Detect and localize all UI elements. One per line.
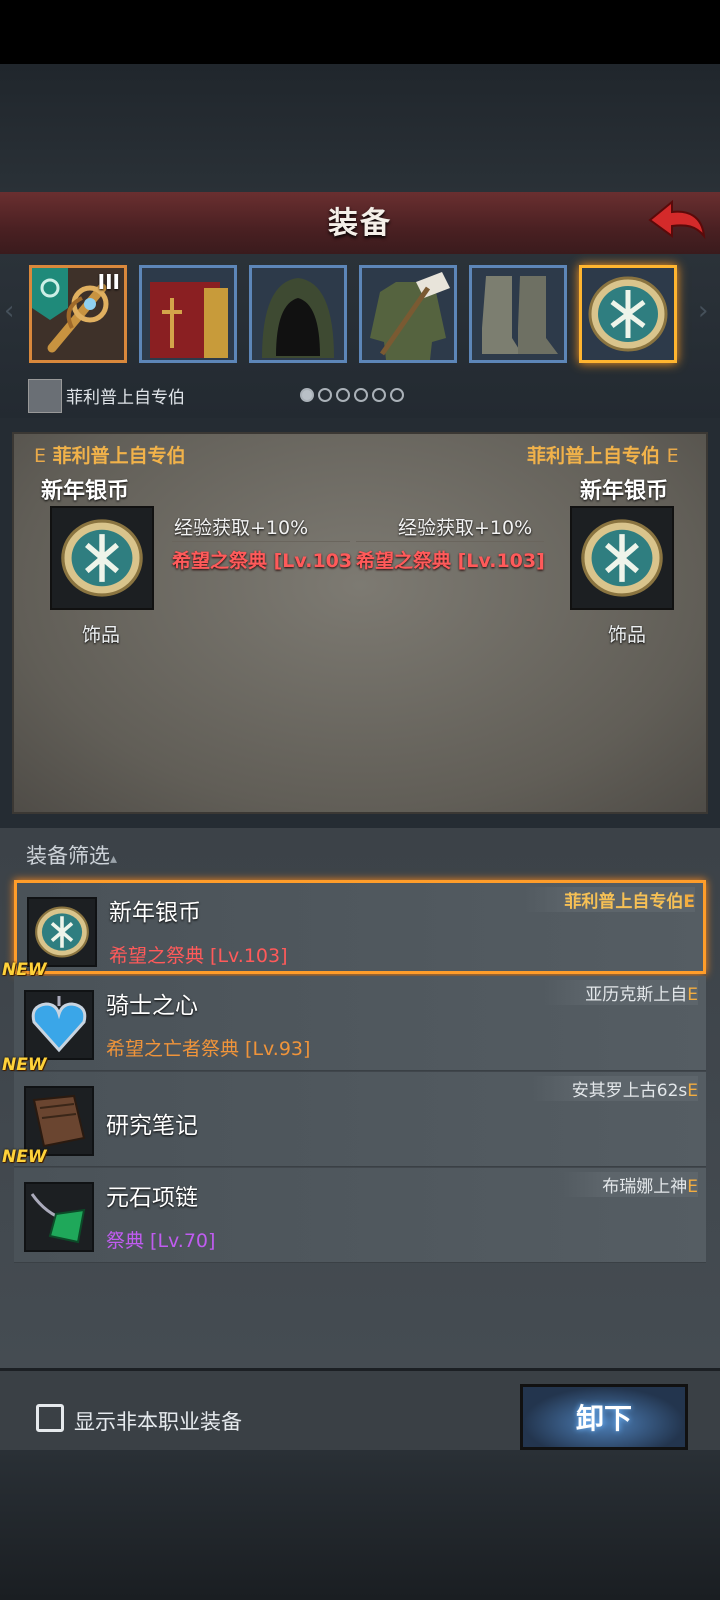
compare-right-icon-frame xyxy=(570,506,674,610)
divider xyxy=(172,541,350,542)
page-title: 装备 xyxy=(328,206,392,241)
top-background xyxy=(0,64,720,192)
chevron-right-icon[interactable]: › xyxy=(698,296,708,326)
hood-icon xyxy=(262,278,334,358)
compare-right-set: 希望之祭典 [Lv.103] xyxy=(356,550,545,572)
equipment-list-item[interactable]: 新年银币 希望之祭典 [Lv.103] 菲利普上自专伯E xyxy=(14,880,706,974)
heart-pendant-icon xyxy=(31,996,87,1053)
equipment-list-item[interactable]: 骑士之心 希望之亡者祭典 [Lv.93] 亚历克斯上自E xyxy=(14,976,706,1071)
compare-right-stat: 经验获取+10% xyxy=(398,517,533,539)
character-portrait xyxy=(28,379,62,413)
slot-hood[interactable] xyxy=(249,265,347,363)
item-name: 研究笔记 xyxy=(106,1113,198,1139)
boots-icon xyxy=(482,276,558,354)
status-bar xyxy=(0,0,720,64)
book-icon xyxy=(150,282,228,358)
item-icon-frame xyxy=(27,897,97,967)
notebook-icon xyxy=(32,1094,86,1148)
item-owner: 亚历克斯上自E xyxy=(545,980,698,1005)
new-badge: NEW xyxy=(2,1055,47,1075)
divider xyxy=(356,541,544,542)
slot-tier-label: III xyxy=(97,270,120,294)
compare-left-set: 希望之祭典 [Lv.103 xyxy=(172,550,353,572)
armor-icon xyxy=(370,272,450,360)
silver-coin-icon xyxy=(61,519,143,597)
equipment-list-item[interactable]: 元石项链 祭典 [Lv.70] 布瑞娜上神E xyxy=(14,1168,706,1263)
item-set: 希望之亡者祭典 [Lv.93] xyxy=(106,1038,311,1060)
item-owner: 安其罗上古62sE xyxy=(531,1076,698,1101)
silver-coin-icon xyxy=(588,276,668,352)
chevron-left-icon[interactable]: ‹ xyxy=(4,296,14,326)
crystal-necklace-icon xyxy=(30,1193,86,1244)
silver-coin-icon xyxy=(581,519,663,597)
caret-up-icon: ▴ xyxy=(110,851,118,867)
item-owner: 布瑞娜上神E xyxy=(562,1172,698,1197)
compare-left-icon-frame xyxy=(50,506,154,610)
new-badge: NEW xyxy=(2,960,47,980)
show-other-class-checkbox[interactable] xyxy=(36,1404,64,1432)
back-arrow-icon xyxy=(648,199,706,240)
compare-left-item-name: 新年银币 xyxy=(41,479,130,504)
page-dot[interactable] xyxy=(318,388,332,402)
item-name: 新年银币 xyxy=(109,900,201,926)
slot-book[interactable] xyxy=(139,265,237,363)
slot-armor[interactable] xyxy=(359,265,457,363)
unequip-button[interactable]: 卸下 xyxy=(520,1384,688,1450)
new-badge: NEW xyxy=(2,1147,47,1167)
page-dot[interactable] xyxy=(372,388,386,402)
compare-right-category: 饰品 xyxy=(608,624,647,646)
rank-shield-icon xyxy=(32,268,68,320)
back-button[interactable] xyxy=(646,196,706,246)
item-icon-frame xyxy=(24,1182,94,1252)
page-dot[interactable] xyxy=(336,388,350,402)
equipment-list-item[interactable]: 研究笔记 安其罗上古62sE xyxy=(14,1072,706,1167)
item-name: 元石项链 xyxy=(106,1185,198,1211)
compare-right-item-name: 新年银币 xyxy=(580,479,669,504)
show-other-class-label[interactable]: 显示非本职业装备 xyxy=(74,1406,242,1436)
page-dot[interactable] xyxy=(354,388,368,402)
item-set: 希望之祭典 [Lv.103] xyxy=(109,945,288,967)
compare-left-stat: 经验获取+10% xyxy=(174,517,309,539)
slot-accessory[interactable] xyxy=(579,265,677,363)
compare-right-owner: 菲利普上自专伯 E xyxy=(527,445,679,467)
item-owner: 菲利普上自专伯E xyxy=(524,887,695,912)
compare-left-category: 饰品 xyxy=(82,624,121,646)
silver-coin-icon xyxy=(35,906,89,958)
page-dot[interactable] xyxy=(300,388,314,402)
item-name: 骑士之心 xyxy=(106,993,198,1019)
slot-weapon[interactable]: III xyxy=(29,265,127,363)
bottom-background xyxy=(0,1450,720,1600)
item-set: 祭典 [Lv.70] xyxy=(106,1230,216,1252)
item-icon-frame xyxy=(24,990,94,1060)
page-dot[interactable] xyxy=(390,388,404,402)
compare-left-owner: E 菲利普上自专伯 xyxy=(34,445,186,467)
item-icon-frame xyxy=(24,1086,94,1156)
filter-toggle[interactable]: 装备筛选▴ xyxy=(26,840,117,870)
slot-boots[interactable] xyxy=(469,265,567,363)
character-name: 菲利普上自专伯 xyxy=(66,388,185,408)
